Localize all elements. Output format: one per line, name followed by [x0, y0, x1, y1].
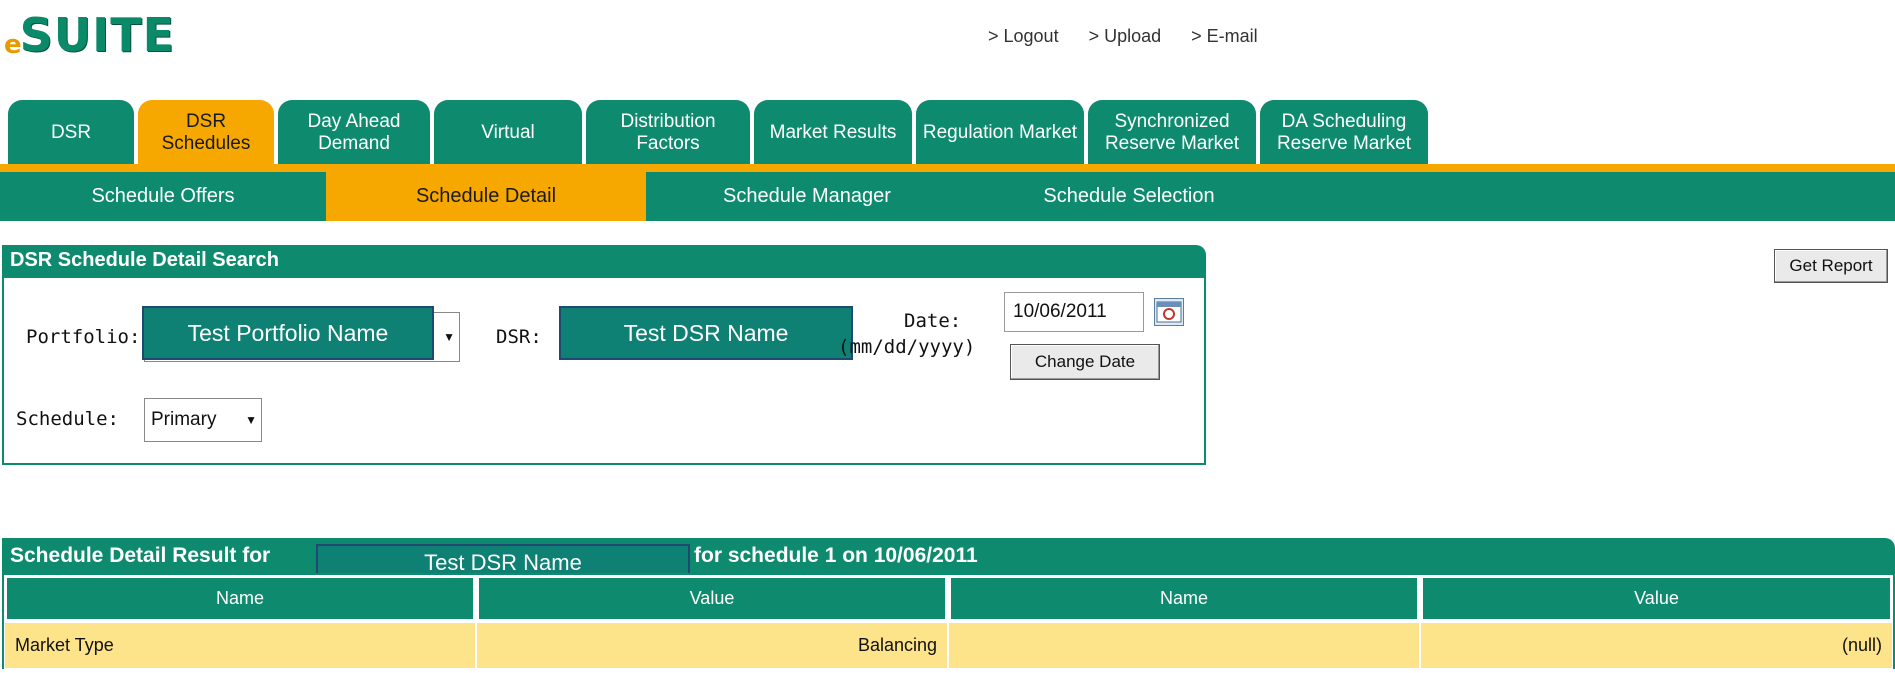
table-cell: Balancing: [476, 622, 948, 669]
subtab-schedule-selection[interactable]: Schedule Selection: [968, 172, 1290, 221]
search-panel-title: DSR Schedule Detail Search: [2, 245, 1206, 276]
date-label: Date:: [904, 310, 962, 332]
date-input[interactable]: 10/06/2011: [1004, 292, 1144, 332]
column-header-name-2[interactable]: Name: [948, 575, 1420, 622]
table-cell: [948, 622, 1420, 669]
tab-virtual[interactable]: Virtual: [434, 100, 582, 166]
table-cell: Market Type: [4, 622, 476, 669]
get-report-button[interactable]: Get Report: [1774, 249, 1888, 283]
tab-da-scheduling-reserve-market[interactable]: DA Scheduling Reserve Market: [1260, 100, 1428, 166]
results-title-suffix: for schedule 1 on 10/06/2011: [694, 544, 978, 567]
column-header-name[interactable]: Name: [4, 575, 476, 622]
main-tabs: DSR DSR Schedules Day Ahead Demand Virtu…: [8, 100, 1432, 166]
tabs-underline: [0, 164, 1895, 172]
tab-regulation-market[interactable]: Regulation Market: [916, 100, 1084, 166]
schedule-label: Schedule:: [16, 408, 119, 430]
column-header-value[interactable]: Value: [476, 575, 948, 622]
dsr-label: DSR:: [496, 326, 542, 348]
esuite-logo: e SUITE: [4, 6, 175, 58]
tab-dsr[interactable]: DSR: [8, 100, 134, 166]
search-panel: Portfolio: ▼ Test Portfolio Name DSR: Te…: [2, 276, 1206, 465]
results-title: Schedule Detail Result for for schedule …: [2, 538, 1895, 573]
column-header-value-2[interactable]: Value: [1420, 575, 1893, 622]
table-cell: (null): [1420, 622, 1893, 669]
tab-dsr-schedules[interactable]: DSR Schedules: [138, 100, 274, 166]
table-header-row: Name Value Name Value: [4, 575, 1893, 622]
results-title-prefix: Schedule Detail Result for: [10, 544, 271, 567]
calendar-icon[interactable]: [1154, 298, 1184, 326]
logout-link[interactable]: > Logout: [988, 26, 1059, 47]
tab-distribution-factors[interactable]: Distribution Factors: [586, 100, 750, 166]
portfolio-label: Portfolio:: [26, 326, 141, 348]
logo-suite: SUITE: [19, 8, 176, 62]
chevron-down-icon: ▼: [245, 413, 257, 427]
results-table: Name Value Name Value Market Type Balanc…: [2, 573, 1895, 669]
upload-link[interactable]: > Upload: [1089, 26, 1162, 47]
date-format-hint: (mm/dd/yyyy): [838, 336, 976, 358]
top-links: > Logout > Upload > E-mail: [988, 26, 1258, 47]
schedule-select[interactable]: Primary ▼: [144, 398, 262, 442]
subtab-schedule-detail[interactable]: Schedule Detail: [326, 172, 646, 221]
subtab-schedule-manager[interactable]: Schedule Manager: [646, 172, 968, 221]
email-link[interactable]: > E-mail: [1191, 26, 1258, 47]
portfolio-value: Test Portfolio Name: [142, 306, 434, 360]
tab-market-results[interactable]: Market Results: [754, 100, 912, 166]
change-date-button[interactable]: Change Date: [1010, 344, 1160, 380]
tab-day-ahead-demand[interactable]: Day Ahead Demand: [278, 100, 430, 166]
schedule-select-value: Primary: [151, 409, 217, 430]
table-row: Market Type Balancing (null): [4, 622, 1893, 669]
subtab-schedule-offers[interactable]: Schedule Offers: [0, 172, 326, 221]
dsr-value[interactable]: Test DSR Name: [559, 306, 853, 360]
sub-nav: Schedule Offers Schedule Detail Schedule…: [0, 172, 1895, 221]
tab-synchronized-reserve-market[interactable]: Synchronized Reserve Market: [1088, 100, 1256, 166]
chevron-down-icon: ▼: [443, 330, 455, 344]
